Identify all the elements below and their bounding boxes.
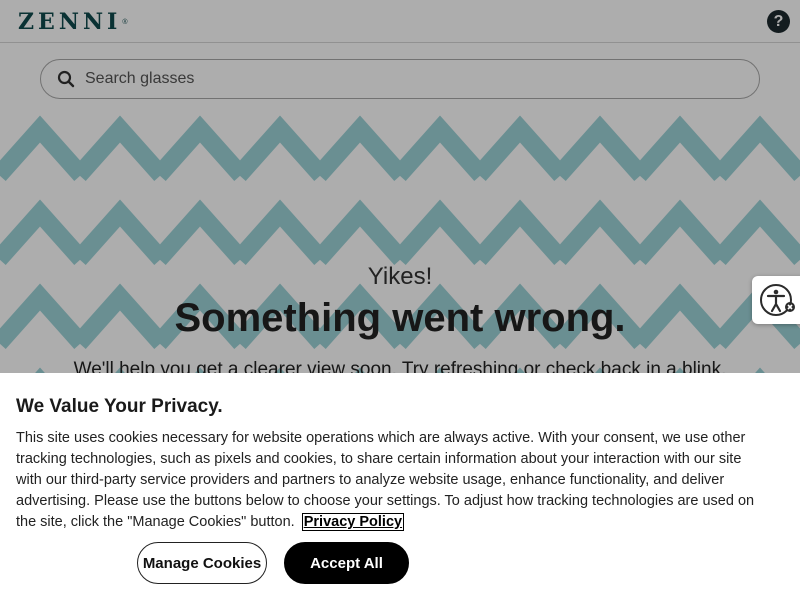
search-icon bbox=[57, 69, 77, 89]
site-header: ZENNI ® ? bbox=[0, 0, 800, 43]
cookie-banner-title: We Value Your Privacy. bbox=[16, 396, 223, 417]
logo-registered-mark: ® bbox=[122, 18, 128, 26]
error-title: Something went wrong. bbox=[174, 296, 626, 340]
error-message: We'll help you get a clearer view soon. … bbox=[73, 359, 727, 373]
manage-cookies-button[interactable]: Manage Cookies bbox=[137, 542, 267, 584]
search-box[interactable] bbox=[40, 59, 760, 99]
search-bar-section bbox=[0, 43, 800, 115]
cookie-consent-banner: We Value Your Privacy. This site uses co… bbox=[0, 373, 800, 600]
question-circle-icon[interactable]: ? bbox=[767, 10, 790, 33]
error-kicker: Yikes! bbox=[367, 263, 433, 290]
logo-text: ZENNI bbox=[18, 9, 122, 35]
search-input[interactable] bbox=[85, 70, 725, 88]
accessibility-widget-button[interactable] bbox=[752, 276, 800, 324]
cookie-banner-text: This site uses cookies necessary for web… bbox=[16, 428, 756, 533]
accessibility-icon bbox=[760, 284, 795, 316]
accept-all-button[interactable]: Accept All bbox=[284, 542, 409, 584]
error-hero: Yikes! Something went wrong. We'll help … bbox=[0, 115, 800, 373]
privacy-policy-link[interactable]: Privacy Policy bbox=[301, 513, 405, 531]
zenni-logo[interactable]: ZENNI ® bbox=[18, 9, 128, 35]
